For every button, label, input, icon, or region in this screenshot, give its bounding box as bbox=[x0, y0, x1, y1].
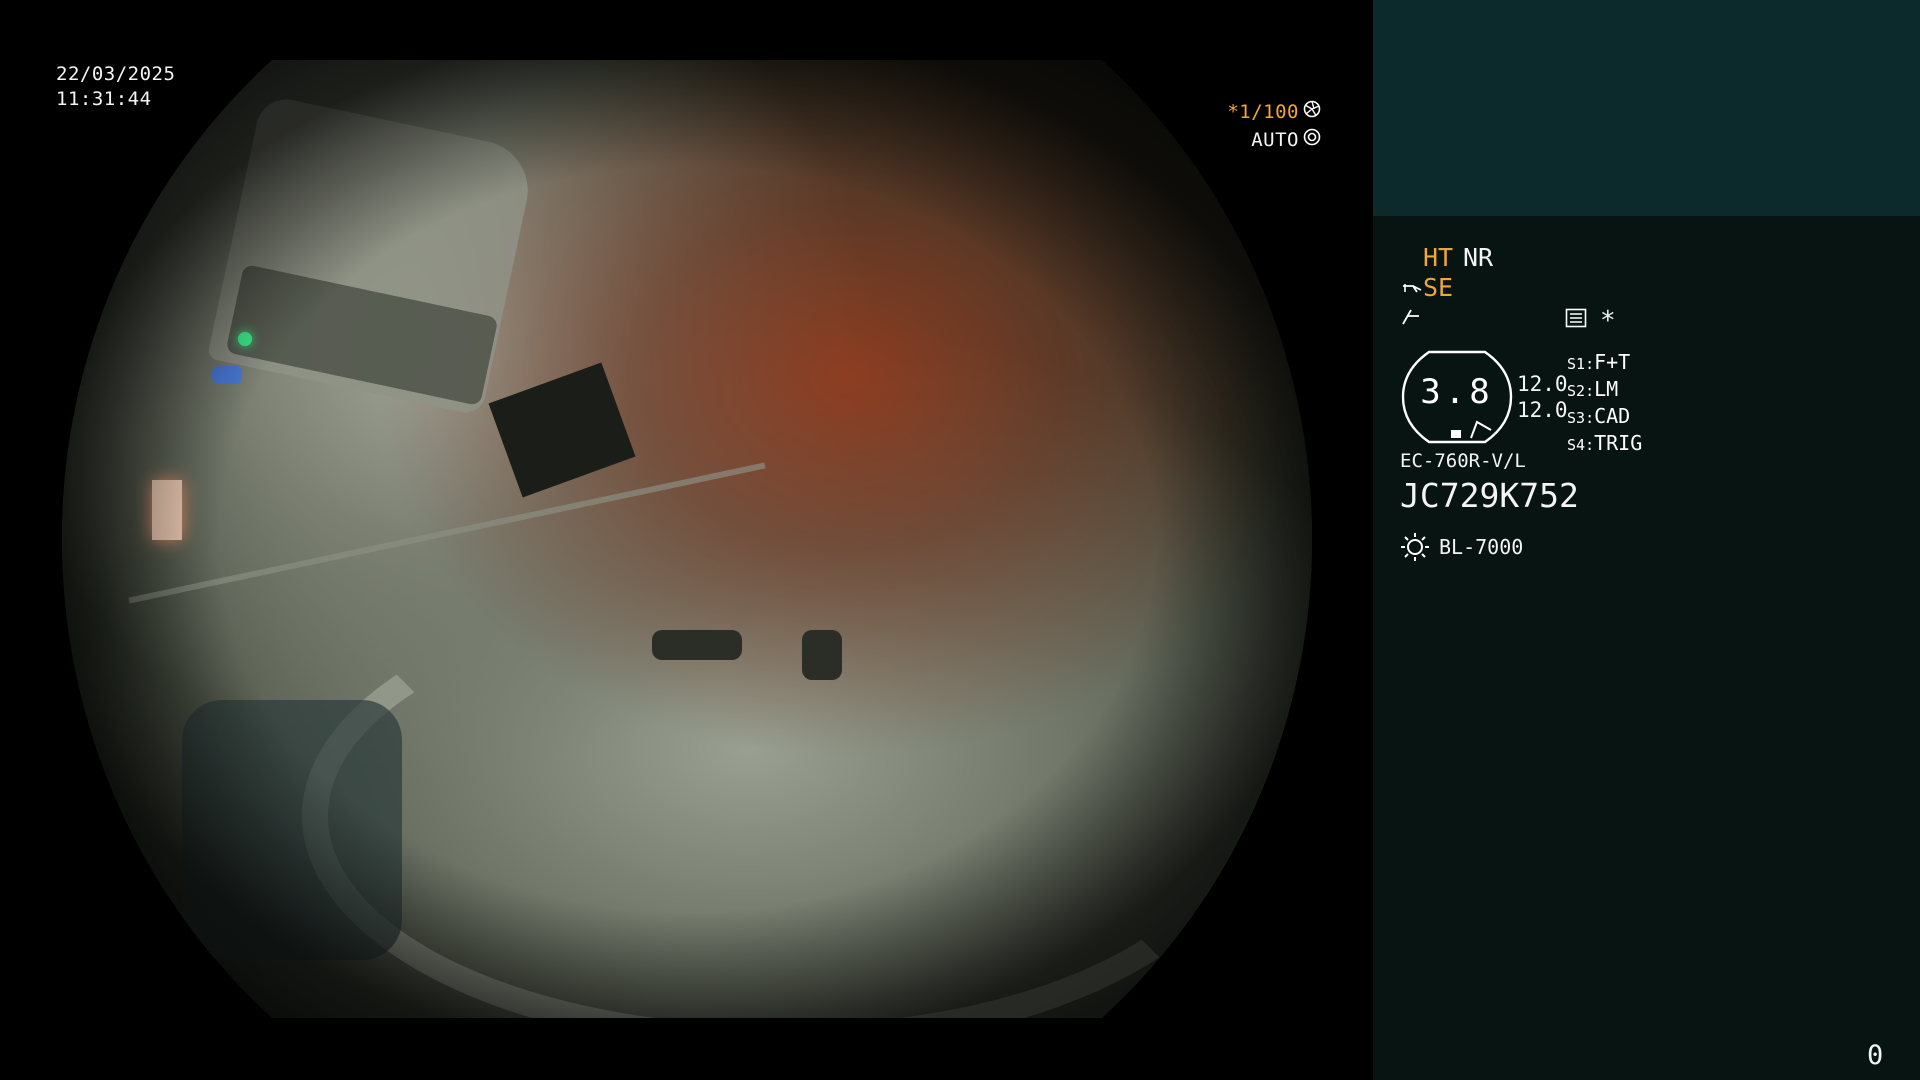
shutter-readout: *1/100 bbox=[1227, 100, 1321, 123]
iris-mode-label: AUTO bbox=[1251, 128, 1299, 151]
zoom-value: 3.8 bbox=[1420, 372, 1494, 412]
value-top: 12.0 bbox=[1517, 372, 1568, 396]
light-source-label: BL-7000 bbox=[1439, 535, 1524, 559]
endoscope-view: 22/03/2025 11:31:44 *1/100 AUTO bbox=[0, 0, 1373, 1080]
scope-tip-icon bbox=[1401, 278, 1423, 304]
shutter-label: *1/100 bbox=[1227, 100, 1299, 123]
iris-icon bbox=[1303, 128, 1321, 151]
signal-icon bbox=[1401, 306, 1423, 332]
aperture-icon bbox=[1303, 100, 1321, 123]
switch-row-s1: S1:F+T bbox=[1567, 350, 1631, 374]
endoscope-image bbox=[62, 60, 1312, 1018]
settings-list-icon[interactable] bbox=[1565, 308, 1587, 332]
sun-icon bbox=[1400, 532, 1430, 566]
switch-row-s3: S3:CAD bbox=[1567, 404, 1631, 428]
iris-readout: AUTO bbox=[1251, 128, 1321, 151]
info-panel: HT NR SE * 3.8 12.0 12.0 S1:F+T S2:LM S3… bbox=[1373, 0, 1920, 1080]
ht-mode-label: HT bbox=[1423, 243, 1454, 272]
scope-model-label: EC-760R-V/L bbox=[1400, 450, 1526, 472]
switch-row-s4: S4:TRIG bbox=[1567, 431, 1643, 455]
zoom-badge: 3.8 bbox=[1399, 350, 1515, 448]
lens-vignette bbox=[62, 60, 1312, 1018]
nr-mode-label: NR bbox=[1463, 243, 1494, 272]
counter-label: 0 bbox=[1867, 1040, 1884, 1071]
se-mode-label: SE bbox=[1423, 273, 1454, 302]
time-label: 11:31:44 bbox=[56, 88, 152, 110]
date-label: 22/03/2025 bbox=[56, 63, 176, 85]
menu-star-label: * bbox=[1600, 306, 1616, 336]
serial-number: JC729K752 bbox=[1400, 476, 1579, 515]
switch-row-s2: S2:LM bbox=[1567, 377, 1619, 401]
switch-list: S1:F+T S2:LM S3:CAD S4:TRIG bbox=[1567, 350, 1642, 458]
panel-header-area bbox=[1373, 0, 1920, 216]
value-bottom: 12.0 bbox=[1517, 398, 1568, 422]
